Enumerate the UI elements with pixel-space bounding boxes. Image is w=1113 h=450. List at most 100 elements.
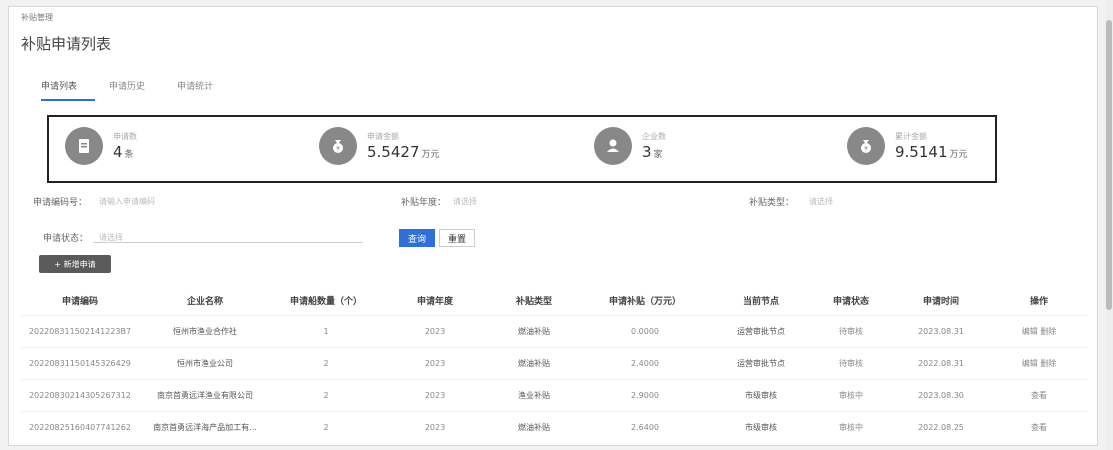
cell-time: 2022.08.25 (891, 410, 991, 443)
cell-enterprise: 恒州市渔业合作社 (139, 314, 271, 347)
cell-actions[interactable]: 查看 (991, 378, 1087, 411)
person-icon (594, 127, 632, 165)
cell-amount: 2.4000 (579, 346, 711, 379)
stat-application-count: 申请数 4条 (65, 127, 137, 165)
cell-time: 2023.08.30 (891, 378, 991, 411)
tab-application-stats[interactable]: 申请统计 (177, 79, 245, 101)
cell-code: 20220825160407741262 (21, 410, 139, 443)
cell-type: 燃油补贴 (489, 410, 579, 443)
cell-status: 审核中 (811, 378, 891, 411)
year-filter-select[interactable]: 请选择 (453, 196, 477, 207)
table-row: 20220831150145326429 恒州市渔业公司 2 2023 燃油补贴… (21, 346, 1087, 379)
money-bag-icon: ¥ (319, 127, 357, 165)
cell-node: 市级审核 (711, 410, 811, 443)
cell-count: 2 (271, 378, 381, 411)
code-filter-input[interactable]: 请输入申请编码 (99, 196, 155, 207)
cell-type: 渔业补贴 (489, 378, 579, 411)
svg-text:¥: ¥ (336, 146, 340, 153)
col-header: 申请年度 (416, 297, 453, 308)
query-button[interactable]: 查询 (399, 229, 435, 247)
cell-actions[interactable]: 编辑 删除 (991, 346, 1087, 379)
code-filter-label: 申请编码号： (33, 198, 88, 208)
document-icon (65, 127, 103, 165)
cell-status: 待审核 (811, 314, 891, 347)
money-bag-icon: ¥ (847, 127, 885, 165)
stat-unit: 万元 (949, 150, 968, 160)
stat-unit: 万元 (421, 150, 440, 160)
stat-value: 9.5141 (895, 143, 948, 161)
stat-value: 4 (113, 143, 123, 161)
table-row: 202208311502141223B7 恒州市渔业合作社 1 2023 燃油补… (21, 314, 1087, 347)
page-scrollbar[interactable] (1105, 0, 1113, 450)
cell-year: 2023 (381, 410, 489, 443)
cell-count: 2 (271, 346, 381, 379)
cell-year: 2023 (381, 346, 489, 379)
page-title: 补贴申请列表 (21, 35, 112, 53)
tab-application-history[interactable]: 申请历史 (109, 79, 177, 101)
stat-cumulative-amount: ¥ 累计金额 9.5141 万元 (847, 127, 968, 165)
application-table: 申请编码 企业名称 申请船数量（个） 申请年度 补贴类型 申请补贴（万元） 当前… (21, 287, 1087, 443)
table-row: 20220830214305267312 南京首勇远洋渔业有限公司 2 2023… (21, 378, 1087, 411)
cell-amount: 2.9000 (579, 378, 711, 411)
cell-count: 2 (271, 410, 381, 443)
cell-status: 待审核 (811, 346, 891, 379)
cell-enterprise: 恒州市渔业公司 (139, 346, 271, 379)
col-header: 当前节点 (742, 297, 779, 308)
page-frame: 补贴管理 补贴申请列表 申请列表 申请历史 申请统计 申请数 4条 ¥ 申请金额… (8, 6, 1098, 446)
cell-enterprise: 南京首勇远洋渔业有限公司 (139, 378, 271, 411)
cell-time: 2022.08.31 (891, 346, 991, 379)
col-header: 申请编码 (61, 297, 98, 308)
cell-code: 20220830214305267312 (21, 378, 139, 411)
stat-unit: 条 (124, 150, 134, 160)
col-header: 申请状态 (832, 297, 869, 308)
stat-application-amount: ¥ 申请金额 5.5427 万元 (319, 127, 440, 165)
col-header: 企业名称 (186, 297, 223, 308)
cell-code: 20220831150145326429 (21, 346, 139, 379)
cell-actions[interactable]: 查看 (991, 410, 1087, 443)
status-filter-placeholder: 请选择 (99, 233, 123, 242)
stat-label: 企业数 (642, 132, 666, 141)
cell-code: 202208311502141223B7 (21, 314, 139, 347)
status-filter-label: 申请状态： (43, 234, 89, 244)
type-filter-select[interactable]: 请选择 (809, 196, 833, 207)
cell-node: 运营审批节点 (711, 314, 811, 347)
cell-type: 燃油补贴 (489, 314, 579, 347)
cell-node: 运营审批节点 (711, 346, 811, 379)
stat-value: 3 (642, 143, 652, 161)
table-row: 20220825160407741262 南京首勇远洋海产品加工有... 2 2… (21, 410, 1087, 443)
cell-year: 2023 (381, 314, 489, 347)
cell-amount: 0.0000 (579, 314, 711, 347)
stat-enterprise-count: 企业数 3家 (594, 127, 666, 165)
col-header: 申请补贴（万元） (608, 297, 681, 308)
stat-label: 申请金额 (367, 132, 399, 141)
tab-application-list[interactable]: 申请列表 (41, 79, 95, 101)
stats-panel: 申请数 4条 ¥ 申请金额 5.5427 万元 企业数 3家 ¥ 累计金额 9.… (47, 115, 997, 183)
cell-status: 审核中 (811, 410, 891, 443)
table-header-row: 申请编码 企业名称 申请船数量（个） 申请年度 补贴类型 申请补贴（万元） 当前… (21, 287, 1087, 315)
stat-value: 5.5427 (367, 143, 420, 161)
cell-node: 市级审核 (711, 378, 811, 411)
stat-label: 申请数 (113, 132, 137, 141)
tab-bar: 申请列表 申请历史 申请统计 (41, 79, 245, 101)
cell-time: 2023.08.31 (891, 314, 991, 347)
stat-label: 累计金额 (895, 132, 927, 141)
cell-count: 1 (271, 314, 381, 347)
cell-actions[interactable]: 编辑 删除 (991, 314, 1087, 347)
type-filter-label: 补贴类型： (749, 198, 795, 208)
col-header: 补贴类型 (515, 297, 552, 308)
col-header: 申请时间 (922, 297, 959, 308)
stat-unit: 家 (653, 150, 663, 160)
col-header: 申请船数量（个） (289, 297, 362, 308)
col-header: 操作 (1029, 297, 1048, 308)
year-filter-label: 补贴年度： (401, 198, 447, 208)
breadcrumb[interactable]: 补贴管理 (21, 12, 53, 23)
cell-enterprise: 南京首勇远洋海产品加工有... (139, 410, 271, 443)
cell-type: 燃油补贴 (489, 346, 579, 379)
reset-button[interactable]: 重置 (439, 229, 475, 247)
svg-text:¥: ¥ (864, 146, 868, 153)
status-filter-field[interactable] (93, 227, 363, 243)
cell-year: 2023 (381, 378, 489, 411)
cell-amount: 2.6400 (579, 410, 711, 443)
add-application-button[interactable]: + 新增申请 (39, 255, 111, 273)
scrollbar-thumb[interactable] (1106, 20, 1112, 310)
